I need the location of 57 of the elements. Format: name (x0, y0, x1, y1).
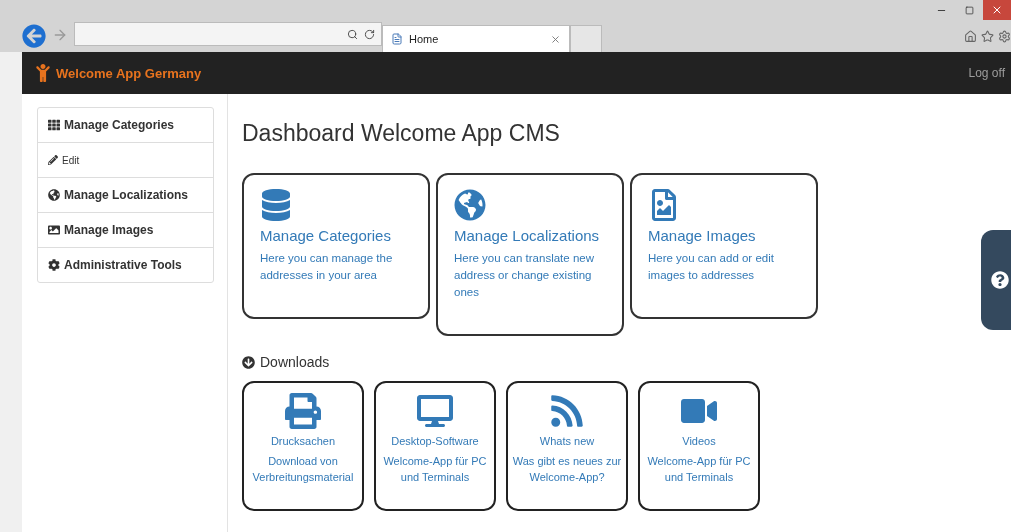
download-card-icon (285, 393, 321, 429)
sidebar-item[interactable]: Manage Localizations (38, 177, 213, 212)
card-description: Welcome-App für PC und Terminals (646, 454, 752, 485)
download-card[interactable]: Drucksachen Download von Verbreitungsmaterial (242, 381, 364, 511)
pencil-icon (48, 155, 58, 165)
card-icon (454, 189, 486, 221)
download-card-icon (417, 393, 453, 429)
dashboard-card[interactable]: Manage Categories Here you can manage the addresses in your area (242, 173, 430, 319)
maximize-icon (964, 5, 974, 15)
search-icon[interactable] (347, 28, 358, 40)
card-title: Desktop-Software (391, 435, 479, 447)
card-title: Manage Images (648, 227, 757, 244)
refresh-icon[interactable] (364, 28, 375, 40)
address-field[interactable] (74, 22, 382, 46)
log-off-link[interactable]: Log off (968, 66, 1005, 80)
card-title: Manage Localizations (454, 227, 601, 244)
close-icon (991, 4, 1003, 16)
download-card[interactable]: Whats new Was gibt es neues zur Welcome-App? (506, 381, 628, 511)
close-button[interactable] (983, 0, 1011, 20)
download-card-icon (549, 393, 585, 429)
card-title: Whats new (539, 435, 595, 447)
download-card[interactable]: Videos Welcome-App für PC und Terminals (638, 381, 760, 511)
card-description: Here you can add or edit images to addresses (648, 251, 775, 283)
sidebar-item[interactable]: Manage Categories (38, 108, 213, 142)
card-description: Here you can manage the addresses in your area (260, 251, 394, 283)
dashboard-card[interactable]: Manage Images Here you can add or edit images to addresses (630, 173, 818, 319)
browser-tab[interactable]: Home (382, 25, 570, 52)
close-icon[interactable] (550, 33, 561, 45)
sidebar-item[interactable]: Edit (38, 142, 213, 177)
dashboard-card[interactable]: Manage Localizations Here you can translate new address or change existing ones (436, 173, 624, 336)
page-icon (391, 33, 403, 45)
help-tab[interactable] (981, 230, 1011, 330)
card-title: Videos (682, 435, 716, 447)
card-title: Manage Categories (260, 227, 392, 244)
globe-icon (48, 189, 60, 201)
grid-icon (48, 119, 60, 131)
back-icon[interactable] (22, 24, 46, 48)
card-description: Download von Verbreitungsmaterial (251, 454, 355, 485)
card-description: Was gibt es neues zur Welcome-App? (511, 454, 623, 485)
settings-icon[interactable] (998, 30, 1011, 43)
section-heading: Downloads (260, 354, 330, 370)
card-description: Here you can translate new address or change existing ones (454, 251, 595, 300)
download-icon (242, 355, 255, 369)
download-card[interactable]: Desktop-Software Welcome-App für PC und Terminals (374, 381, 496, 511)
sidebar-item[interactable]: Manage Images (38, 212, 213, 247)
home-icon[interactable] (964, 30, 977, 43)
gear-icon (48, 259, 60, 271)
card-icon (260, 189, 292, 221)
help-icon (991, 271, 1009, 289)
page-title: Dashboard Welcome App CMS (242, 120, 561, 147)
image-icon (48, 224, 60, 236)
favorites-icon[interactable] (981, 30, 994, 43)
card-description: Welcome-App für PC und Terminals (382, 454, 488, 485)
sidebar-item[interactable]: Administrative Tools (38, 247, 213, 282)
children-icon (34, 64, 52, 82)
card-title: Drucksachen (270, 435, 336, 447)
brand-name[interactable]: Welcome App Germany (56, 65, 202, 81)
